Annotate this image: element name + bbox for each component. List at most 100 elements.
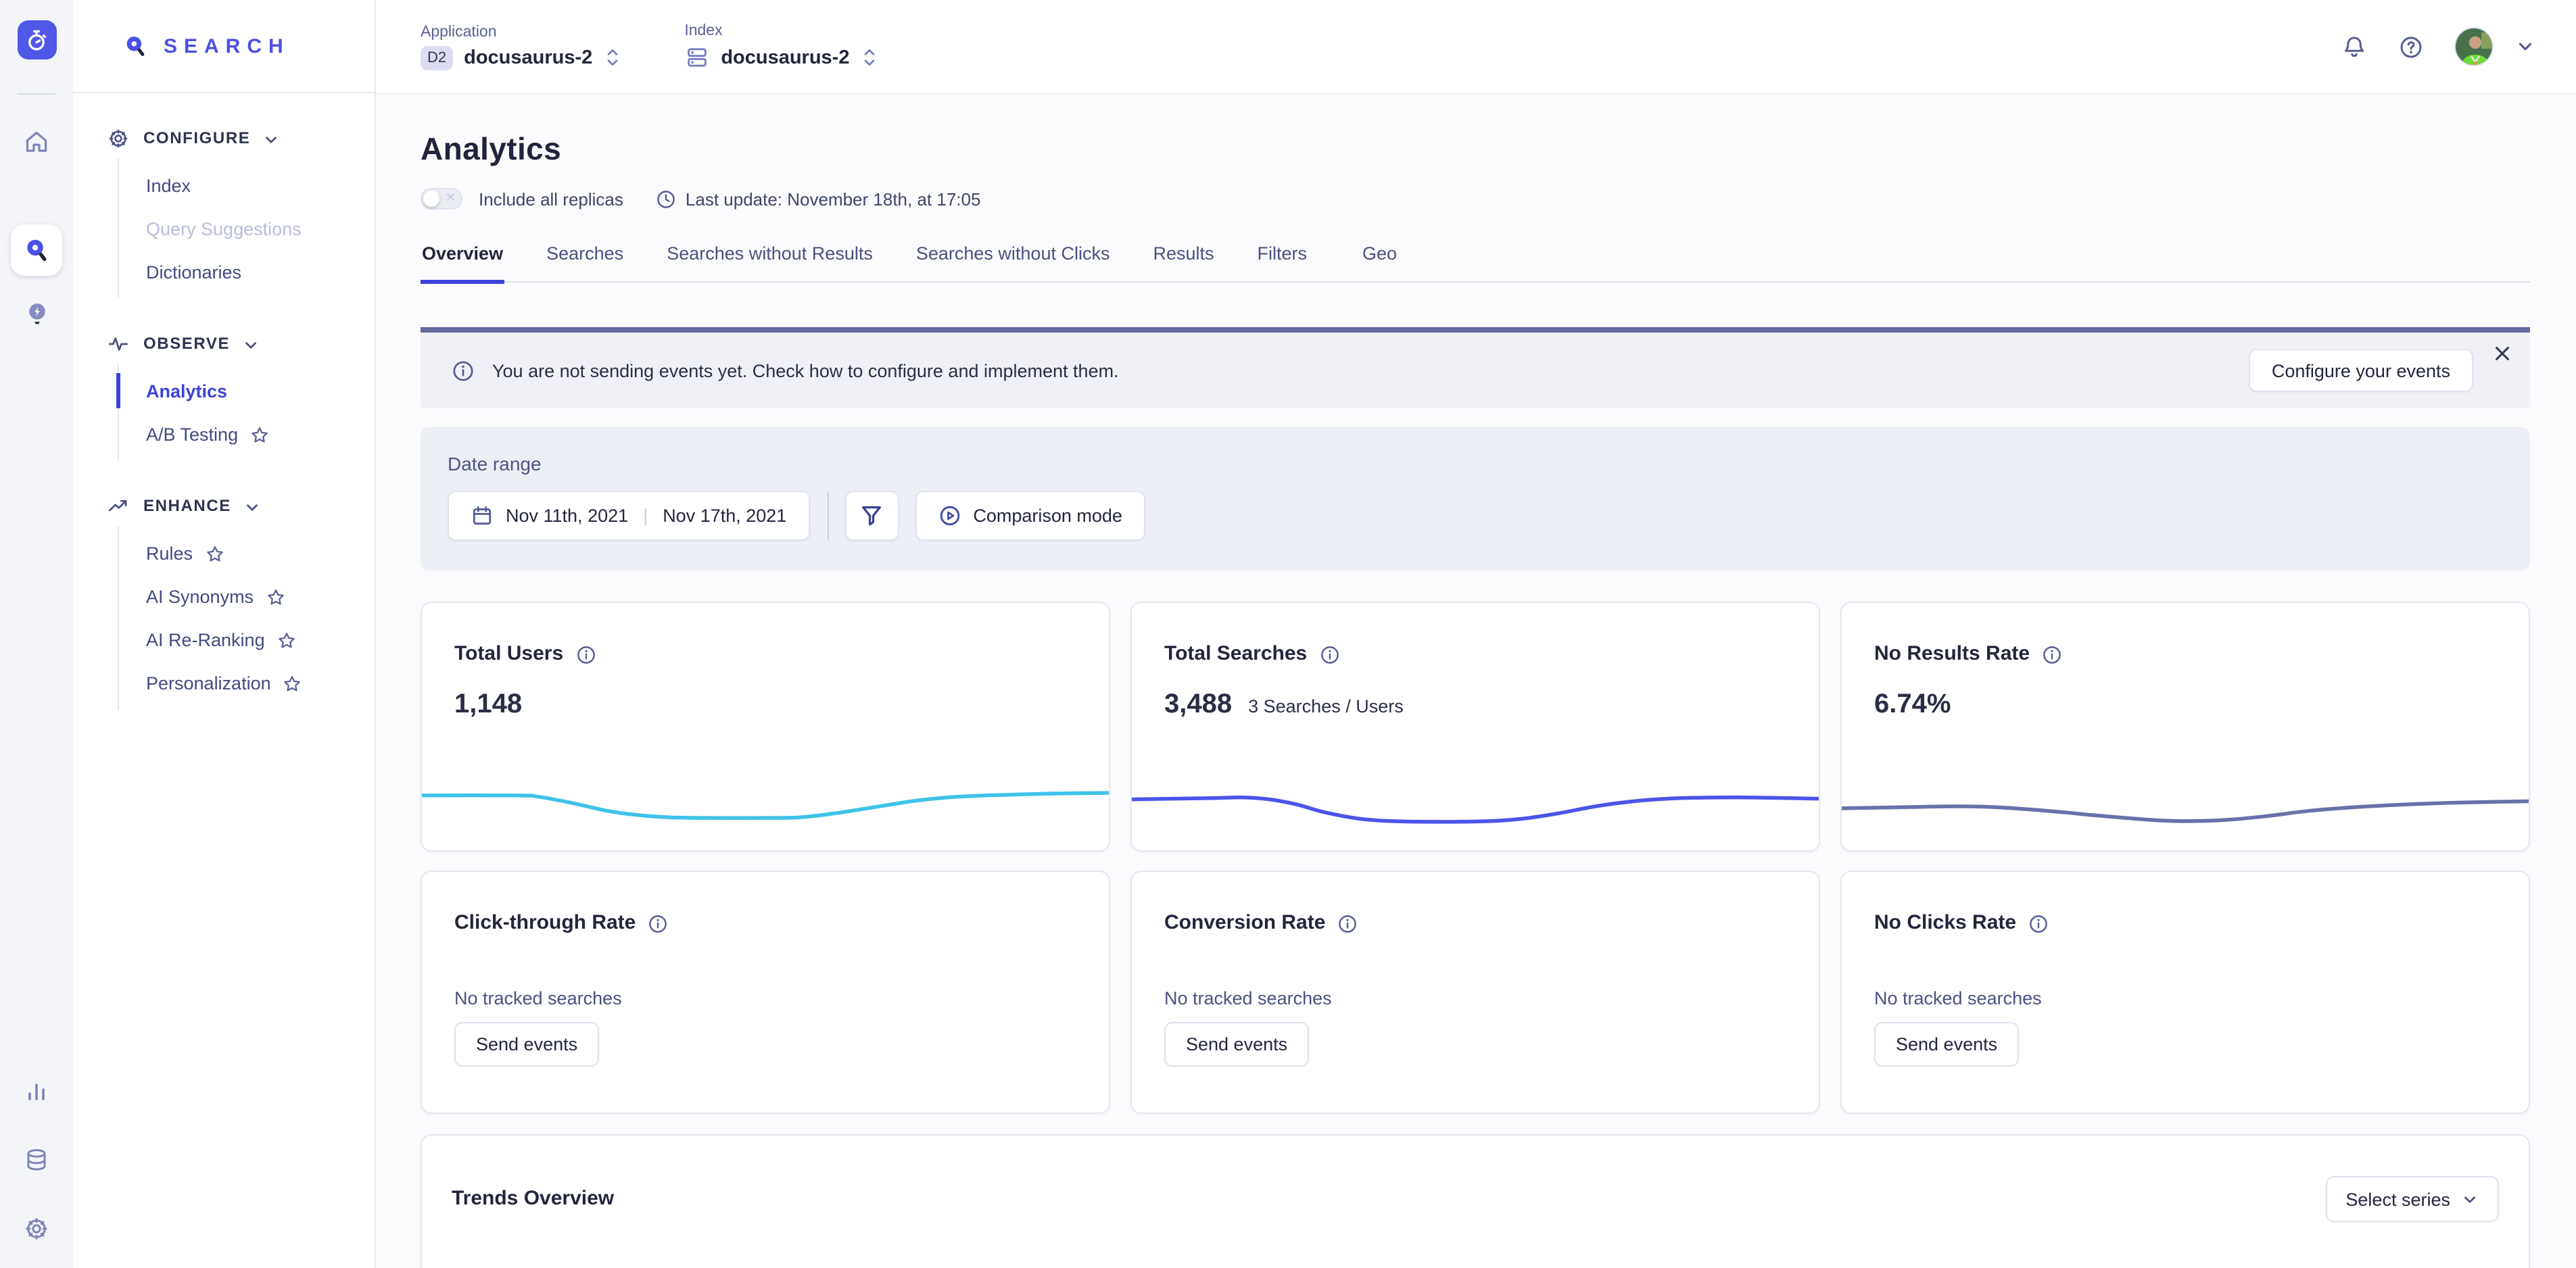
rail-monitoring-button[interactable] [11, 1065, 62, 1117]
star-icon[interactable] [250, 425, 269, 444]
rail-search-button[interactable] [11, 224, 62, 276]
sidebar-item-ab-testing[interactable]: A/B Testing [119, 412, 375, 456]
sidebar-item-ai-re-ranking[interactable]: AI Re-Ranking [119, 618, 375, 661]
info-icon[interactable] [1337, 913, 1358, 933]
filter-button[interactable] [844, 491, 899, 541]
star-icon[interactable] [266, 587, 285, 606]
rail-recommend-button[interactable] [11, 287, 62, 338]
bar-chart-icon [23, 1077, 50, 1104]
metric-cards-row: Total Users 1,148 Total Searches 3,488 3… [421, 602, 2530, 852]
star-icon[interactable] [277, 631, 296, 650]
info-icon[interactable] [2028, 913, 2049, 933]
sidebar: SEARCH CONFIGURE Index Query Suggestions… [73, 0, 376, 1268]
card-title: Click-through Rate [454, 911, 636, 934]
play-circle-icon [938, 504, 961, 527]
tab-filters[interactable]: Filters [1256, 238, 1309, 281]
date-range-label: Date range [448, 453, 2503, 474]
gear-icon [107, 126, 130, 149]
sidebar-item-query-suggestions[interactable]: Query Suggestions [119, 207, 375, 250]
rail-home-button[interactable] [11, 116, 62, 168]
tab-results[interactable]: Results [1151, 238, 1215, 281]
home-icon [23, 128, 50, 155]
events-banner: You are not sending events yet. Check ho… [421, 327, 2530, 408]
application-select[interactable]: D2 docusaurus-2 [421, 45, 622, 70]
sidebar-item-personalization[interactable]: Personalization [119, 661, 375, 704]
bell-icon[interactable] [2341, 33, 2368, 60]
section-header-enhance[interactable]: ENHANCE [73, 485, 375, 526]
avatar[interactable] [2454, 27, 2494, 66]
info-icon[interactable] [1319, 644, 1339, 664]
section-label: OBSERVE [143, 334, 230, 353]
main-area: Application D2 docusaurus-2 Index docusa… [376, 0, 2576, 1268]
no-clicks-rate-card: No Clicks Rate No tracked searches Send … [1840, 871, 2530, 1114]
sidebar-item-analytics[interactable]: Analytics [119, 369, 375, 412]
tab-overview[interactable]: Overview [421, 238, 504, 281]
conversion-rate-card: Conversion Rate No tracked searches Send… [1130, 871, 1820, 1114]
section-items: Rules AI Synonyms AI Re-Ranking Personal… [118, 526, 375, 710]
application-badge: D2 [421, 45, 453, 70]
send-events-button[interactable]: Send events [454, 1022, 599, 1067]
card-title: Total Users [454, 642, 563, 665]
content: Analytics ✕ Include all replicas Last up… [376, 131, 2576, 1268]
card-value: 6.74% [1874, 689, 1951, 721]
info-icon [452, 359, 475, 382]
sidebar-item-index[interactable]: Index [119, 164, 375, 207]
rail-data-button[interactable] [11, 1134, 62, 1186]
send-events-button[interactable]: Send events [1164, 1022, 1309, 1067]
info-icon[interactable] [648, 913, 668, 933]
date-range-picker[interactable]: Nov 11th, 2021 | Nov 17th, 2021 [448, 491, 809, 541]
top-header: Application D2 docusaurus-2 Index docusa… [376, 0, 2576, 95]
select-series-button[interactable]: Select series [2325, 1176, 2499, 1222]
chevron-down-icon [2461, 1190, 2479, 1208]
calendar-icon [471, 504, 494, 527]
toggle-label: Include all replicas [479, 189, 623, 209]
section-items: Index Query Suggestions Dictionaries [118, 158, 375, 299]
total-users-card: Total Users 1,148 [421, 602, 1110, 852]
section-header-observe[interactable]: OBSERVE [73, 323, 375, 364]
comparison-mode-button[interactable]: Comparison mode [915, 491, 1145, 541]
configure-events-button[interactable]: Configure your events [2249, 349, 2473, 392]
sorter-icon [603, 46, 622, 69]
page-title: Analytics [421, 131, 2530, 168]
section-header-configure[interactable]: CONFIGURE [73, 118, 375, 158]
tab-geo[interactable]: Geo [1361, 238, 1398, 281]
trends-overview-card: Trends Overview Select series [421, 1134, 2530, 1268]
card-title: Total Searches [1164, 642, 1307, 665]
click-through-rate-card: Click-through Rate No tracked searches S… [421, 871, 1110, 1114]
meta-row: ✕ Include all replicas Last update: Nove… [421, 188, 2530, 210]
tab-searches-without-clicks[interactable]: Searches without Clicks [915, 238, 1112, 281]
chevron-down-icon[interactable] [2515, 36, 2535, 57]
close-icon[interactable] [2492, 343, 2512, 364]
app-logo-tile[interactable] [17, 20, 56, 59]
trends-title: Trends Overview [452, 1187, 614, 1210]
help-icon[interactable] [2398, 33, 2425, 60]
index-select[interactable]: docusaurus-2 [684, 45, 879, 70]
chevron-down-icon [243, 498, 261, 516]
star-icon[interactable] [205, 544, 224, 563]
send-events-button[interactable]: Send events [1874, 1022, 2019, 1067]
section-items: Analytics A/B Testing [118, 364, 375, 461]
sidebar-item-rules[interactable]: Rules [119, 531, 375, 575]
product-logo[interactable]: SEARCH [73, 0, 375, 93]
index-selector: Index docusaurus-2 [684, 23, 879, 70]
card-subvalue: 3 Searches / Users [1248, 696, 1404, 716]
analytics-dashboard: SEARCH CONFIGURE Index Query Suggestions… [0, 0, 2576, 1268]
info-icon[interactable] [575, 644, 596, 664]
sidebar-section-observe: OBSERVE Analytics A/B Testing [73, 323, 375, 461]
chevron-down-icon [262, 130, 280, 148]
star-icon[interactable] [283, 674, 302, 693]
tab-searches[interactable]: Searches [545, 238, 625, 281]
date-range-panel: Date range Nov 11th, 2021 | Nov 17th, 20… [421, 427, 2530, 570]
sidebar-item-dictionaries[interactable]: Dictionaries [119, 250, 375, 293]
card-title: No Results Rate [1874, 642, 2030, 665]
tab-searches-without-results[interactable]: Searches without Results [665, 238, 874, 281]
info-icon[interactable] [2042, 644, 2062, 664]
search-logo-icon [122, 32, 150, 60]
trend-up-icon [107, 494, 130, 517]
rail-settings-button[interactable] [11, 1203, 62, 1254]
sidebar-item-ai-synonyms[interactable]: AI Synonyms [119, 575, 375, 618]
stopwatch-icon [23, 26, 50, 53]
include-replicas-toggle[interactable]: ✕ [421, 188, 462, 210]
rail-divider [18, 93, 55, 95]
card-value: 3,488 [1164, 689, 1232, 721]
